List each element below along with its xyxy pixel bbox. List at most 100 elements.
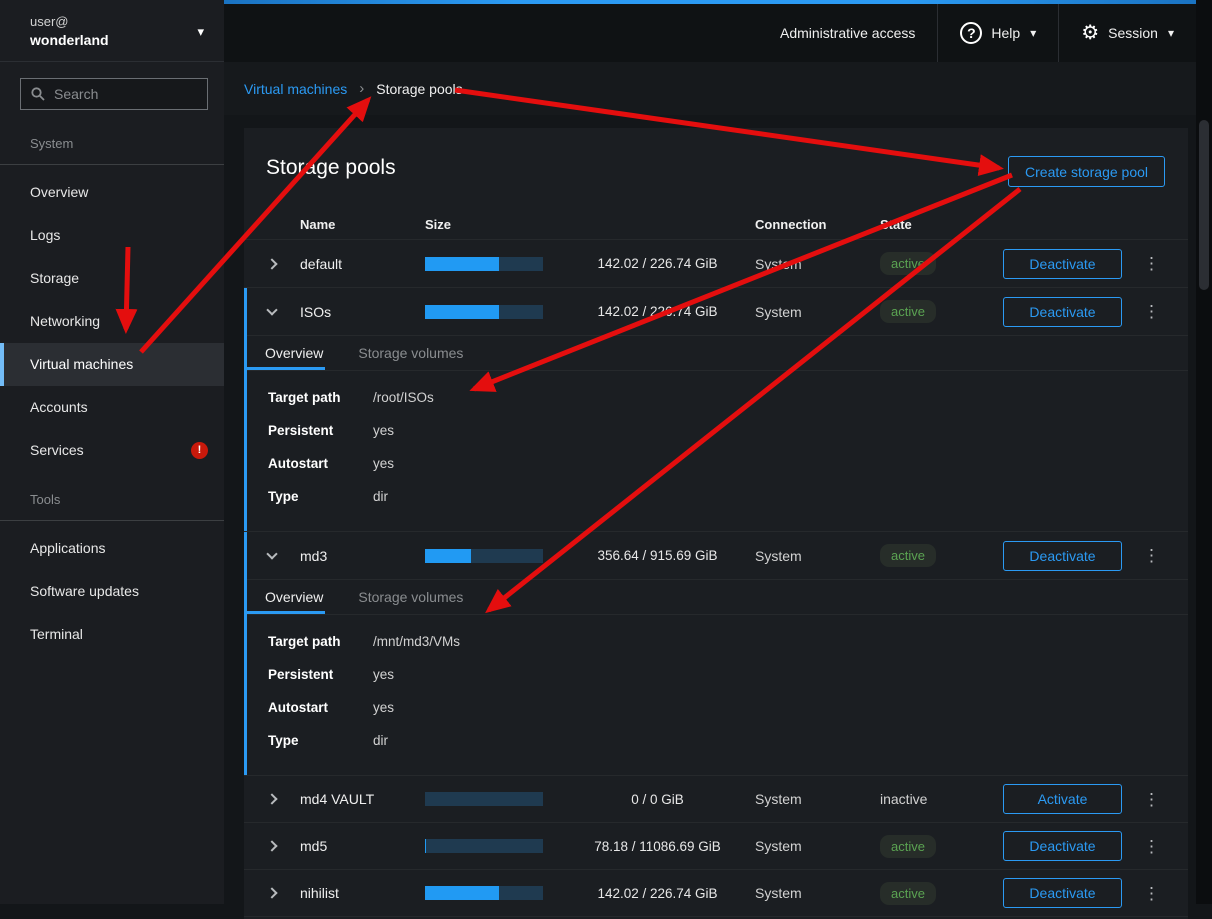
help-menu[interactable]: ? Help ▾ [938,4,1058,62]
search-box[interactable] [20,78,208,110]
collapse-chevron-icon[interactable] [266,304,277,315]
expand-chevron-icon[interactable] [266,840,277,851]
deactivate-button[interactable]: Deactivate [1003,541,1122,571]
pool-size: 142.02 / 226.74 GiB [560,256,755,271]
chevron-down-icon: ▾ [1030,26,1036,40]
status-text: inactive [880,791,927,807]
pool-connection: System [755,256,880,272]
sidebar-item-applications[interactable]: Applications [0,527,224,570]
pool-name: md3 [300,548,425,564]
sidebar-item-logs[interactable]: Logs [0,214,224,257]
expand-chevron-icon[interactable] [266,793,277,804]
deactivate-button[interactable]: Deactivate [1003,297,1122,327]
table-row: md5 78.18 / 11086.69 GiB System active D… [244,822,1188,869]
detail-label: Persistent [268,423,373,438]
breadcrumb-separator-icon: › [359,80,364,97]
detail-label: Autostart [268,700,373,715]
table-row: md4 VAULT 0 / 0 GiB System inactive Acti… [244,775,1188,822]
chevron-down-icon: ▾ [1168,26,1174,40]
col-header-size: Size [425,217,560,232]
kebab-menu-icon[interactable]: ⋮ [1143,791,1160,808]
usage-progress-bar [425,839,543,853]
status-badge: active [880,252,936,275]
table-row: nihilist 142.02 / 226.74 GiB System acti… [244,869,1188,916]
tab-overview[interactable]: Overview [244,580,325,614]
pool-size: 78.18 / 11086.69 GiB [560,839,755,854]
expand-chevron-icon[interactable] [266,258,277,269]
expand-chevron-icon[interactable] [266,887,277,898]
kebab-menu-icon[interactable]: ⋮ [1143,255,1160,272]
session-menu[interactable]: ⚙ Session ▾ [1059,4,1196,62]
sidebar-item-networking[interactable]: Networking [0,300,224,343]
page-title: Storage pools [266,156,396,180]
usage-progress-bar [425,305,543,319]
deactivate-button[interactable]: Deactivate [1003,249,1122,279]
expanded-pool-md3: md3 356.64 / 915.69 GiB System active De… [244,531,1188,775]
tab-overview[interactable]: Overview [244,336,325,370]
breadcrumb-virtual-machines[interactable]: Virtual machines [244,81,347,97]
sidebar-item-services[interactable]: Services ! [0,429,224,472]
scrollbar-thumb[interactable] [1199,120,1209,290]
scrollbar[interactable] [1196,0,1212,904]
administrative-access-button[interactable]: Administrative access [758,4,937,62]
sidebar-item-storage[interactable]: Storage [0,257,224,300]
sidebar-item-overview[interactable]: Overview [0,171,224,214]
pool-name: md5 [300,838,425,854]
kebab-menu-icon[interactable]: ⋮ [1143,303,1160,320]
administrative-access-label: Administrative access [780,25,915,41]
pool-connection: System [755,791,880,807]
activate-button[interactable]: Activate [1003,784,1122,814]
create-storage-pool-button[interactable]: Create storage pool [1008,156,1165,187]
divider [0,164,224,165]
user-prefix: user@ [30,14,208,29]
masthead: Administrative access ? Help ▾ ⚙ Session… [224,0,1196,62]
tab-storage-volumes[interactable]: Storage volumes [356,336,465,370]
status-badge: active [880,300,936,323]
search-input[interactable] [54,86,197,102]
col-header-connection: Connection [755,217,880,232]
usage-progress-bar [425,549,543,563]
breadcrumb-current: Storage pools [376,81,462,97]
type-value: dir [373,733,1188,748]
pool-tabs: Overview Storage volumes [244,335,1188,371]
usage-progress-bar [425,792,543,806]
divider [0,520,224,521]
user-menu[interactable]: user@ wonderland ▾ [0,0,224,62]
autostart-value: yes [373,700,1188,715]
detail-label: Type [268,489,373,504]
hostname: wonderland [30,32,208,48]
help-icon: ? [960,22,982,44]
search-icon [31,87,45,101]
collapse-chevron-icon[interactable] [266,548,277,559]
pool-details: Target path /root/ISOs Persistent yes Au… [244,371,1188,531]
sidebar: user@ wonderland ▾ System Overview Logs … [0,0,224,904]
pool-size: 0 / 0 GiB [560,792,755,807]
main-content: Storage pools Create storage pool Name S… [224,115,1196,904]
chevron-down-icon: ▾ [197,24,204,40]
breadcrumb: Virtual machines › Storage pools [224,62,1196,115]
sidebar-item-accounts[interactable]: Accounts [0,386,224,429]
tab-storage-volumes[interactable]: Storage volumes [356,580,465,614]
persistent-value: yes [373,667,1188,682]
sidebar-item-virtual-machines[interactable]: Virtual machines [0,343,224,386]
sidebar-item-terminal[interactable]: Terminal [0,613,224,656]
col-header-state: State [880,217,1003,232]
table-row: default 142.02 / 226.74 GiB System activ… [244,240,1188,287]
table-header: Name Size Connection State [244,210,1188,240]
sidebar-item-software-updates[interactable]: Software updates [0,570,224,613]
target-path-value: /mnt/md3/VMs [373,634,1188,649]
alert-badge: ! [191,442,208,459]
detail-label: Target path [268,390,373,405]
pool-size: 142.02 / 226.74 GiB [560,304,755,319]
gear-icon: ⚙ [1081,23,1099,43]
nav-section-tools: Tools [0,472,224,520]
deactivate-button[interactable]: Deactivate [1003,831,1122,861]
detail-label: Persistent [268,667,373,682]
kebab-menu-icon[interactable]: ⋮ [1143,547,1160,564]
kebab-menu-icon[interactable]: ⋮ [1143,838,1160,855]
help-label: Help [991,25,1020,41]
pool-size: 356.64 / 915.69 GiB [560,548,755,563]
kebab-menu-icon[interactable]: ⋮ [1143,885,1160,902]
nav-section-system: System [0,116,224,164]
pool-tabs: Overview Storage volumes [244,579,1188,615]
